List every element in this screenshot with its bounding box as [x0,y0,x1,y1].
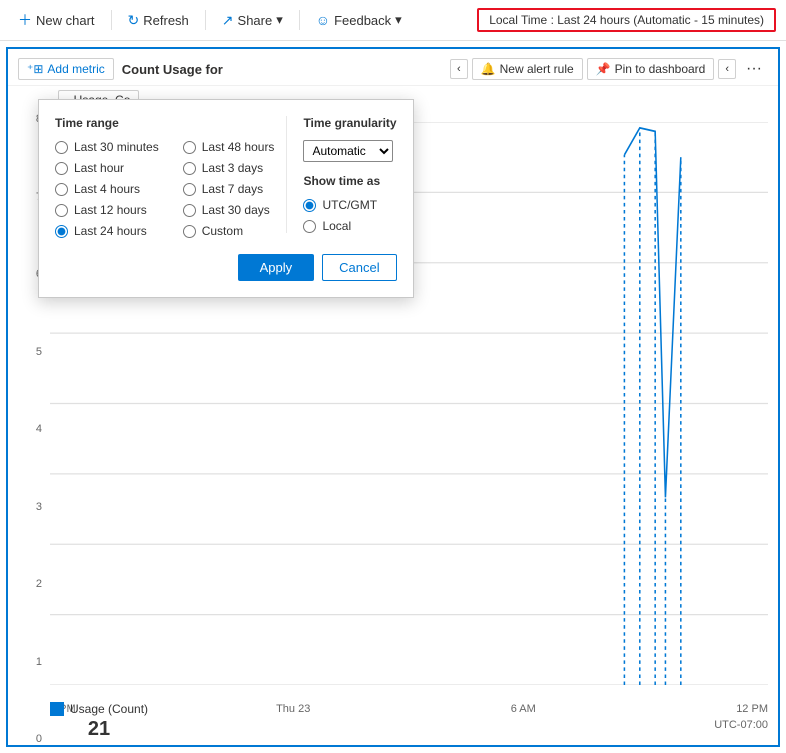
radio-local-input[interactable] [303,220,316,233]
add-metric-icon: ⁺⊞ [27,62,43,76]
radio-24hr-input[interactable] [55,225,68,238]
time-range-title: Time range [55,116,274,130]
legend-value: 21 [88,718,110,741]
x-axis: 6 PM Thu 23 6 AM 12 PM [50,703,768,715]
radio-1hr-input[interactable] [55,162,68,175]
popup-actions: Apply Cancel [55,254,397,281]
feedback-chevron-icon: ▾ [395,12,402,28]
feedback-icon: ☺ [316,12,330,28]
radio-48hr[interactable]: Last 48 hours [183,140,275,154]
chart-container: ⁺⊞ Add metric Count Usage for ‹ 🔔 New al… [6,47,780,747]
pin-icon: 📌 [596,62,611,76]
divider2 [205,10,206,30]
y-label-5: 5 [8,347,42,358]
pin-to-dashboard-button[interactable]: 📌 Pin to dashboard [587,58,715,80]
y-label-1: 1 [8,657,42,668]
y-label-3: 3 [8,502,42,513]
chart-header-actions: ‹ 🔔 New alert rule 📌 Pin to dashboard ‹ … [450,57,768,81]
radio-4hr-input[interactable] [55,183,68,196]
y-label-2: 2 [8,579,42,590]
plus-icon: ＋ [18,10,32,30]
time-range-col2: Last 48 hours Last 3 days Last 7 days [183,140,275,238]
radio-custom-input[interactable] [183,225,196,238]
toolbar: ＋ New chart ↻ Refresh ↗ Share ▾ ☺ Feedba… [0,0,786,41]
radio-48hr-input[interactable] [183,141,196,154]
show-time-subsection: Show time as UTC/GMT Local [303,174,396,233]
granularity-title: Time granularity [303,116,396,130]
y-label-8: 8 [8,114,42,125]
show-time-options: UTC/GMT Local [303,198,396,233]
cancel-button[interactable]: Cancel [322,254,396,281]
left-chevron-button[interactable]: ‹ [450,59,468,79]
more-options-button[interactable]: ··· [740,57,768,81]
new-alert-button[interactable]: 🔔 New alert rule [472,58,583,80]
y-label-0: 0 [8,734,42,745]
radio-7d-input[interactable] [183,183,196,196]
granularity-section: Time granularity Automatic 1 minute 5 mi… [286,116,396,233]
legend-label: Usage (Count) [70,702,148,716]
radio-1hr[interactable]: Last hour [55,161,159,175]
time-range-col1: Last 30 minutes Last hour Last 4 hours [55,140,159,238]
time-range-columns: Last 30 minutes Last hour Last 4 hours [55,140,274,238]
refresh-icon: ↻ [128,12,140,29]
radio-24hr[interactable]: Last 24 hours [55,224,159,238]
show-time-title: Show time as [303,174,396,188]
radio-local[interactable]: Local [303,219,396,233]
time-range-popup: Time range Last 30 minutes Last hour [38,99,414,298]
radio-30min[interactable]: Last 30 minutes [55,140,159,154]
divider3 [299,10,300,30]
x-label-6am: 6 AM [511,703,536,715]
right-chevron-button[interactable]: ‹ [718,59,736,79]
share-icon: ↗ [222,12,234,29]
share-chevron-icon: ▾ [276,12,283,28]
chart-title: Count Usage for [122,62,442,77]
feedback-button[interactable]: ☺ Feedback ▾ [308,8,410,32]
y-label-7: 7 [8,192,42,203]
granularity-select[interactable]: Automatic 1 minute 5 minutes 15 minutes … [303,140,393,162]
chart-legend: Usage (Count) 21 [50,702,148,741]
radio-3d[interactable]: Last 3 days [183,161,275,175]
granularity-select-row: Automatic 1 minute 5 minutes 15 minutes … [303,140,396,162]
chart-header: ⁺⊞ Add metric Count Usage for ‹ 🔔 New al… [8,49,778,86]
time-range-badge: Local Time : Last 24 hours (Automatic - … [477,8,776,32]
refresh-button[interactable]: ↻ Refresh [120,8,197,33]
share-button[interactable]: ↗ Share ▾ [214,8,291,33]
radio-utcgmt[interactable]: UTC/GMT [303,198,396,212]
radio-custom[interactable]: Custom [183,224,275,238]
radio-utcgmt-input[interactable] [303,199,316,212]
radio-7d[interactable]: Last 7 days [183,182,275,196]
x-label-12pm: 12 PM [736,703,768,715]
radio-4hr[interactable]: Last 4 hours [55,182,159,196]
alert-icon: 🔔 [481,62,496,76]
time-range-section: Time range Last 30 minutes Last hour [55,116,274,238]
x-label-thu23: Thu 23 [276,703,310,715]
radio-12hr-input[interactable] [55,204,68,217]
y-label-6: 6 [8,269,42,280]
timezone-label: UTC-07:00 [714,719,768,731]
radio-3d-input[interactable] [183,162,196,175]
new-chart-button[interactable]: ＋ New chart [10,6,103,34]
radio-30min-input[interactable] [55,141,68,154]
granularity-subsection: Time granularity Automatic 1 minute 5 mi… [303,116,396,162]
legend-color-swatch [50,702,64,716]
radio-12hr[interactable]: Last 12 hours [55,203,159,217]
radio-30d-input[interactable] [183,204,196,217]
apply-button[interactable]: Apply [238,254,315,281]
divider1 [111,10,112,30]
y-label-4: 4 [8,424,42,435]
radio-30d[interactable]: Last 30 days [183,203,275,217]
add-metric-button[interactable]: ⁺⊞ Add metric [18,58,114,80]
